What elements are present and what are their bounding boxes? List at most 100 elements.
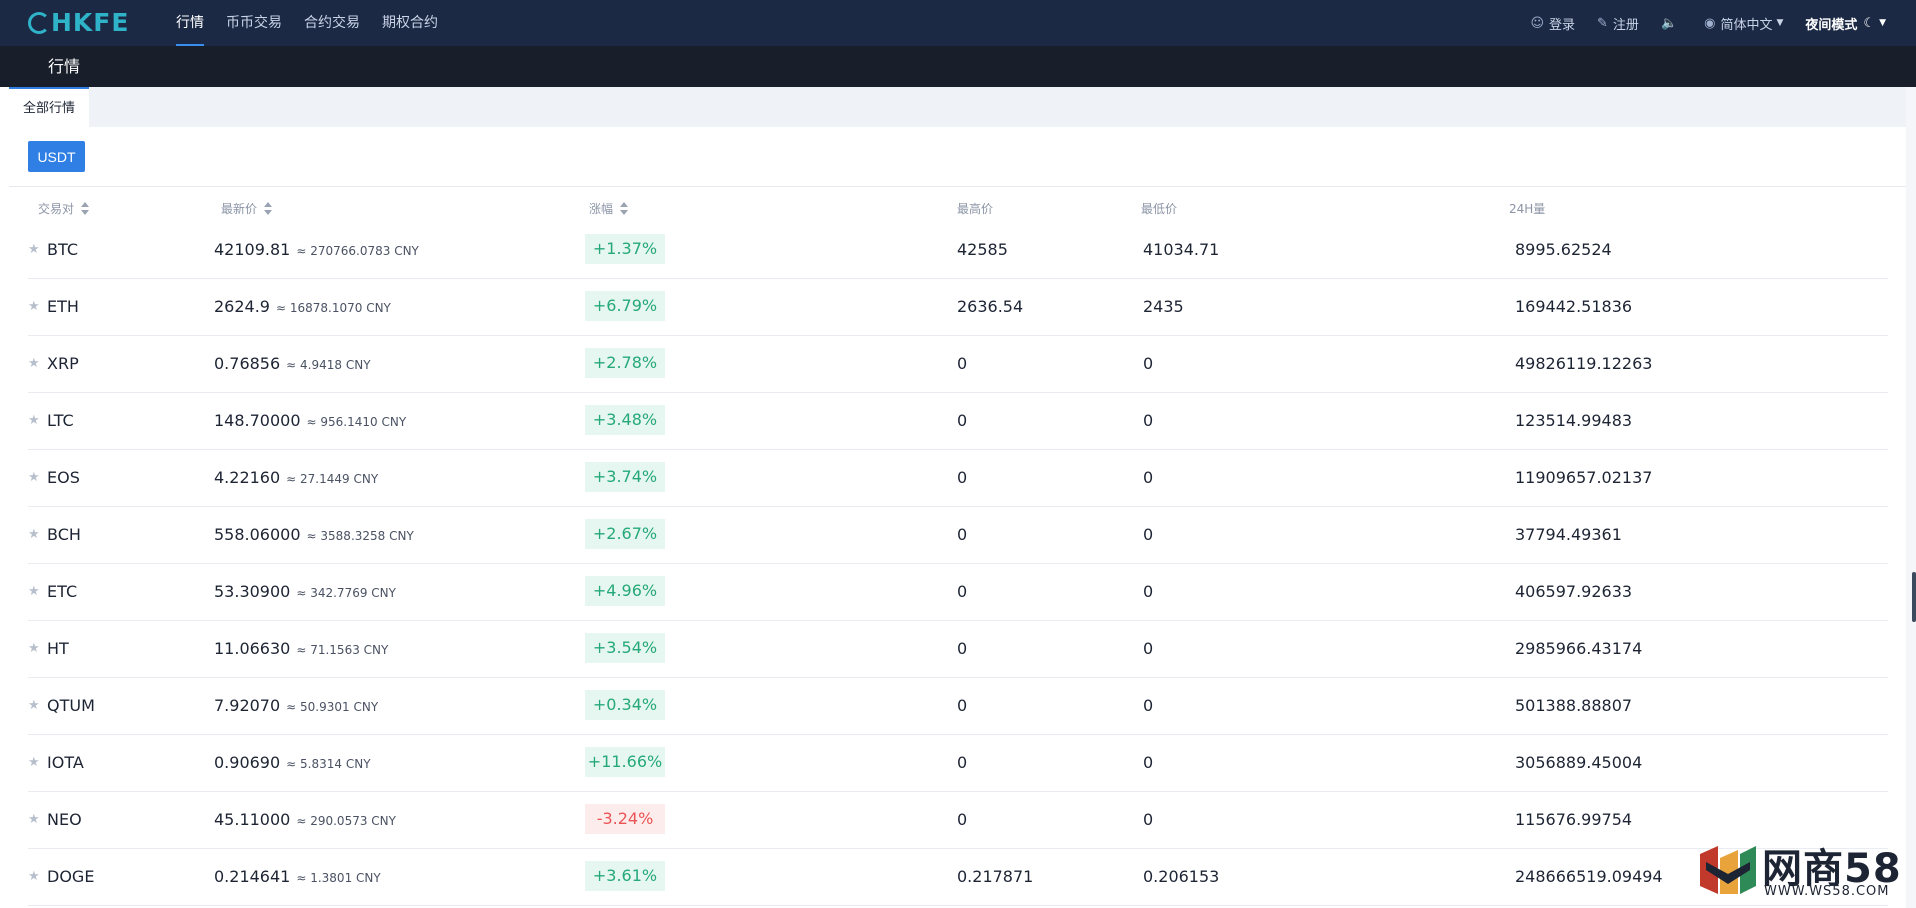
- favorite-star-icon[interactable]: ★: [28, 813, 40, 827]
- table-row[interactable]: ★ BTC 42109.81 ≈ 270766.0783 CNY +1.37% 42585…: [28, 222, 1888, 279]
- low-price: 0: [1143, 810, 1154, 829]
- table-row[interactable]: ★ ETH 2624.9 ≈ 16878.1070 CNY +6.79% 2636.54 2…: [28, 279, 1888, 336]
- login-label: 登录: [1549, 17, 1576, 33]
- header-price[interactable]: 最新价: [221, 200, 273, 217]
- high-price: 0: [957, 810, 968, 829]
- volume-24h: 169442.51836: [1515, 297, 1633, 316]
- pair-name: HT: [47, 639, 69, 658]
- table-row[interactable]: ★ NEO 45.11000 ≈ 290.0573 CNY -3.24% 0 0 115676…: [28, 792, 1888, 849]
- header-pair[interactable]: 交易对: [38, 200, 90, 217]
- high-price: 0: [957, 639, 968, 658]
- cny-equivalent: ≈ 342.7769 CNY: [296, 586, 396, 600]
- favorite-star-icon[interactable]: ★: [28, 414, 40, 428]
- favorite-star-icon[interactable]: ★: [28, 528, 40, 542]
- favorite-star-icon[interactable]: ★: [28, 357, 40, 371]
- sound-toggle[interactable]: 🔈: [1661, 16, 1682, 31]
- nav-link-options[interactable]: 期权合约: [382, 0, 438, 46]
- favorite-star-icon[interactable]: ★: [28, 642, 40, 656]
- table-row[interactable]: ★ EOS 4.22160 ≈ 27.1449 CNY +3.74% 0 0 11909657…: [28, 450, 1888, 507]
- site-logo[interactable]: HKFE: [28, 9, 129, 37]
- nav-link-spot-trading[interactable]: 币币交易: [226, 0, 282, 46]
- login-link[interactable]: ☺ 登录: [1530, 14, 1575, 33]
- pair-name: EOS: [47, 468, 80, 487]
- volume-24h: 501388.88807: [1515, 696, 1633, 715]
- last-price: 0.76856 ≈ 4.9418 CNY: [214, 336, 371, 393]
- table-row[interactable]: ★ HT 11.06630 ≈ 71.1563 CNY +3.54% 0 0 2985966.…: [28, 621, 1888, 678]
- change-badge: +3.54%: [585, 633, 665, 663]
- volume-24h: 115676.99754: [1515, 810, 1633, 829]
- header-volume-label: 24H量: [1509, 202, 1546, 216]
- high-price: 0.217871: [957, 867, 1034, 886]
- pair-name: BCH: [47, 525, 81, 544]
- nav-link-market[interactable]: 行情: [176, 0, 204, 46]
- low-price: 0: [1143, 411, 1154, 430]
- table-row[interactable]: ★ QTUM 7.92070 ≈ 50.9301 CNY +0.34% 0 0 501388.…: [28, 678, 1888, 735]
- globe-icon: ◉: [1704, 15, 1716, 31]
- last-price: 0.214641 ≈ 1.3801 CNY: [214, 849, 381, 906]
- last-price-value: 7.92070: [214, 696, 281, 715]
- chevron-down-icon: ▼: [1879, 18, 1886, 28]
- high-price: 0: [957, 354, 968, 373]
- header-low-label: 最低价: [1141, 202, 1178, 216]
- language-label: 简体中文: [1720, 17, 1773, 33]
- header-change-label: 涨幅: [589, 202, 614, 216]
- last-price: 53.30900 ≈ 342.7769 CNY: [214, 564, 396, 621]
- register-link[interactable]: ✎ 注册: [1597, 14, 1639, 33]
- table-row[interactable]: ★ DOGE 0.214641 ≈ 1.3801 CNY +3.61% 0.217871 0…: [28, 849, 1888, 906]
- cny-equivalent: ≈ 27.1449 CNY: [286, 472, 379, 486]
- header-high-label: 最高价: [957, 202, 994, 216]
- table-row[interactable]: ★ XRP 0.76856 ≈ 4.9418 CNY +2.78% 0 0 49826119.…: [28, 336, 1888, 393]
- volume-24h: 406597.92633: [1515, 582, 1633, 601]
- favorite-star-icon[interactable]: ★: [28, 870, 40, 884]
- change-badge: +3.61%: [585, 861, 665, 891]
- last-price-value: 0.76856: [214, 354, 281, 373]
- main-nav: 行情 币币交易 合约交易 期权合约: [176, 0, 460, 46]
- pair-name: DOGE: [47, 867, 95, 886]
- pair-name: QTUM: [47, 696, 95, 715]
- favorite-star-icon[interactable]: ★: [28, 699, 40, 713]
- last-price: 7.92070 ≈ 50.9301 CNY: [214, 678, 378, 735]
- high-price: 0: [957, 525, 968, 544]
- logo-mark-icon: [28, 12, 50, 34]
- cny-equivalent: ≈ 71.1563 CNY: [296, 643, 389, 657]
- low-price: 0: [1143, 696, 1154, 715]
- night-mode-label: 夜间模式: [1805, 17, 1858, 33]
- last-price-value: 42109.81: [214, 240, 291, 259]
- nav-link-contract-trading[interactable]: 合约交易: [304, 0, 360, 46]
- volume-24h: 248666519.09494: [1515, 867, 1663, 886]
- table-header: 交易对 最新价 涨幅 最高价 最低价 24H量: [28, 190, 1888, 222]
- header-high: 最高价: [957, 200, 993, 217]
- high-price: 0: [957, 696, 968, 715]
- language-select[interactable]: ◉ 简体中文 ▼: [1704, 14, 1783, 33]
- favorite-star-icon[interactable]: ★: [28, 756, 40, 770]
- high-price: 2636.54: [957, 297, 1024, 316]
- table-row[interactable]: ★ BCH 558.06000 ≈ 3588.3258 CNY +2.67% 0 0 3779…: [28, 507, 1888, 564]
- scrollbar-thumb[interactable]: [1912, 572, 1916, 622]
- moon-icon: ☾: [1863, 15, 1876, 31]
- last-price-value: 11.06630: [214, 639, 291, 658]
- pair-name: BTC: [47, 240, 78, 259]
- pair-name: NEO: [47, 810, 82, 829]
- last-price-value: 148.70000: [214, 411, 301, 430]
- table-row[interactable]: ★ ETC 53.30900 ≈ 342.7769 CNY +4.96% 0 0 406597…: [28, 564, 1888, 621]
- market-table: 交易对 最新价 涨幅 最高价 最低价 24H量 ★ BTC 42109.81 ≈ 27…: [28, 190, 1888, 906]
- low-price: 0: [1143, 753, 1154, 772]
- volume-24h: 2985966.43174: [1515, 639, 1643, 658]
- last-price-value: 45.11000: [214, 810, 291, 829]
- table-row[interactable]: ★ LTC 148.70000 ≈ 956.1410 CNY +3.48% 0 0 12351…: [28, 393, 1888, 450]
- volume-24h: 123514.99483: [1515, 411, 1633, 430]
- favorite-star-icon[interactable]: ★: [28, 585, 40, 599]
- favorite-star-icon[interactable]: ★: [28, 300, 40, 314]
- tab-all-markets[interactable]: 全部行情: [9, 87, 90, 127]
- quote-currency-usdt-button[interactable]: USDT: [28, 141, 85, 172]
- favorite-star-icon[interactable]: ★: [28, 471, 40, 485]
- low-price: 41034.71: [1143, 240, 1220, 259]
- top-navbar: HKFE 行情 币币交易 合约交易 期权合约 ☺ 登录 ✎ 注册 🔈 ◉ 简体中…: [0, 0, 1916, 46]
- table-row[interactable]: ★ IOTA 0.90690 ≈ 5.8314 CNY +11.66% 0 0 3056889…: [28, 735, 1888, 792]
- pair-name: ETH: [47, 297, 79, 316]
- favorite-star-icon[interactable]: ★: [28, 243, 40, 257]
- night-mode-toggle[interactable]: 夜间模式 ☾ ▼: [1805, 14, 1886, 33]
- scrollbar-track[interactable]: [1906, 87, 1916, 908]
- header-change[interactable]: 涨幅: [589, 200, 629, 217]
- cny-equivalent: ≈ 956.1410 CNY: [306, 415, 407, 429]
